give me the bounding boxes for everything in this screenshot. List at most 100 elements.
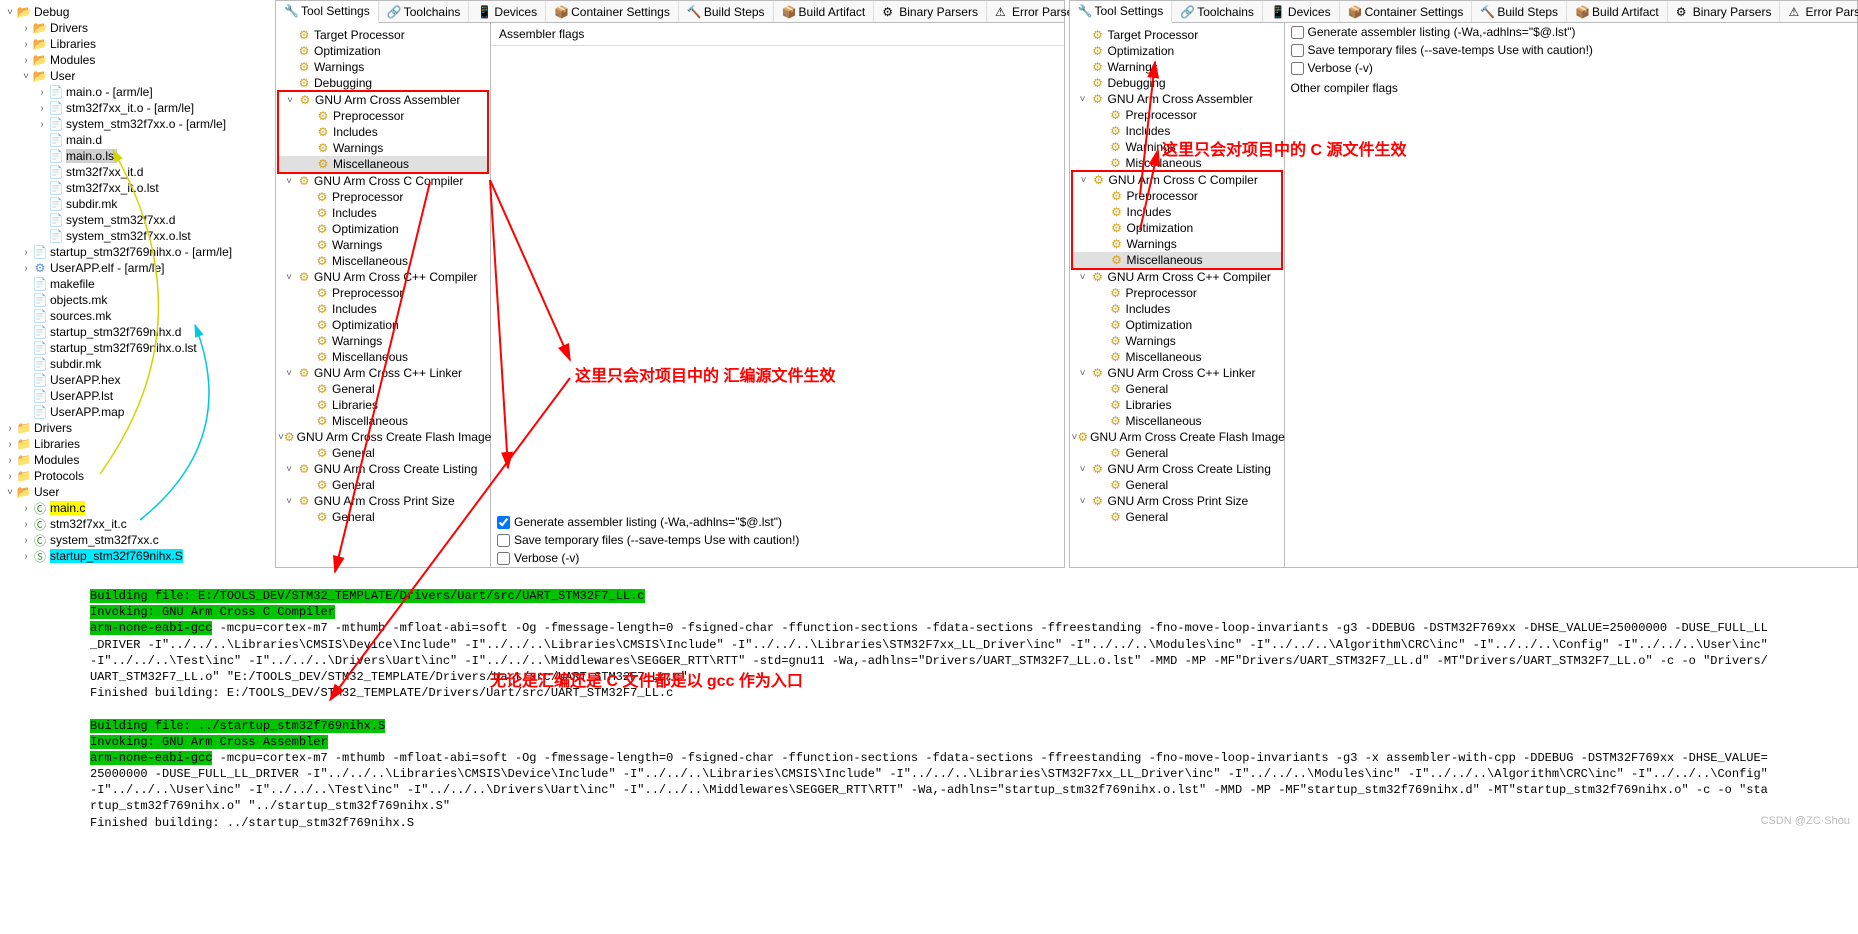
settings-tree-item[interactable]: ⚙Preprocessor bbox=[1072, 285, 1282, 301]
settings-tree-item[interactable]: ⚙Warnings bbox=[278, 59, 488, 75]
expander-icon[interactable]: ˅ bbox=[1076, 368, 1090, 379]
expander-icon[interactable]: ˅ bbox=[1076, 464, 1090, 475]
settings-tree-item[interactable]: ⚙General bbox=[278, 445, 488, 461]
expander-icon[interactable]: › bbox=[20, 503, 32, 514]
settings-tree-item[interactable]: ˅⚙GNU Arm Cross C Compiler bbox=[1073, 172, 1281, 188]
expander-icon[interactable]: › bbox=[20, 551, 32, 562]
tree-item[interactable]: 📄UserAPP.lst bbox=[4, 388, 275, 404]
settings-tree-item[interactable]: ˅⚙GNU Arm Cross Create Flash Image bbox=[278, 429, 488, 445]
tree-item[interactable]: 📄system_stm32f7xx.d bbox=[4, 212, 275, 228]
tree-item[interactable]: ›📁Modules bbox=[4, 452, 275, 468]
settings-tree-item[interactable]: ⚙Optimization bbox=[278, 317, 488, 333]
settings-tree-item[interactable]: ⚙Debugging bbox=[1072, 75, 1282, 91]
tab-tool-settings[interactable]: 🔧Tool Settings bbox=[1070, 1, 1173, 23]
settings-tree-item[interactable]: ⚙Warnings bbox=[1072, 59, 1282, 75]
settings-tree-item[interactable]: ⚙General bbox=[278, 381, 488, 397]
expander-icon[interactable]: ˅ bbox=[283, 95, 297, 106]
settings-tree-item[interactable]: ⚙Libraries bbox=[278, 397, 488, 413]
option-checkbox[interactable] bbox=[1291, 62, 1304, 75]
option-checkbox[interactable] bbox=[497, 534, 510, 547]
tree-item[interactable]: ›Ⓒsystem_stm32f7xx.c bbox=[4, 532, 275, 548]
settings-tree-item[interactable]: ⚙Miscellaneous bbox=[278, 413, 488, 429]
tree-item[interactable]: 📄subdir.mk bbox=[4, 196, 275, 212]
settings-tabs[interactable]: 🔧Tool Settings🔗Toolchains📱Devices📦Contai… bbox=[1070, 1, 1858, 23]
option-checkbox[interactable] bbox=[1291, 26, 1304, 39]
tree-item[interactable]: ˅📂Debug bbox=[4, 4, 275, 20]
option-checkbox[interactable] bbox=[1291, 44, 1304, 57]
tree-item[interactable]: 📄objects.mk bbox=[4, 292, 275, 308]
tree-item[interactable]: 📄subdir.mk bbox=[4, 356, 275, 372]
settings-tree-item[interactable]: ˅⚙GNU Arm Cross Print Size bbox=[278, 493, 488, 509]
tree-item[interactable]: 📄makefile bbox=[4, 276, 275, 292]
tree-item[interactable]: ›📄system_stm32f7xx.o - [arm/le] bbox=[4, 116, 275, 132]
settings-tree-item[interactable]: ⚙Target Processor bbox=[278, 27, 488, 43]
settings-tree-item[interactable]: ⚙Miscellaneous bbox=[1073, 252, 1281, 268]
tree-item[interactable]: 📄stm32f7xx_it.d bbox=[4, 164, 275, 180]
expander-icon[interactable]: ˅ bbox=[282, 496, 296, 507]
tree-item[interactable]: 📄sources.mk bbox=[4, 308, 275, 324]
settings-tree-item[interactable]: ⚙Preprocessor bbox=[278, 285, 488, 301]
settings-tree-item[interactable]: ⚙Includes bbox=[1073, 204, 1281, 220]
settings-tree-item[interactable]: ⚙General bbox=[1072, 445, 1282, 461]
expander-icon[interactable]: ˅ bbox=[282, 176, 296, 187]
tree-item[interactable]: 📄UserAPP.hex bbox=[4, 372, 275, 388]
expander-icon[interactable]: ˅ bbox=[20, 71, 32, 82]
settings-tree-item[interactable]: ⚙Includes bbox=[278, 301, 488, 317]
tree-item[interactable]: 📄main.o.lst bbox=[4, 148, 275, 164]
settings-tree-item[interactable]: ˅⚙GNU Arm Cross C++ Compiler bbox=[1072, 269, 1282, 285]
expander-icon[interactable]: › bbox=[20, 263, 32, 274]
settings-tree-item[interactable]: ⚙General bbox=[278, 477, 488, 493]
tree-item[interactable]: ›📄startup_stm32f769nihx.o - [arm/le] bbox=[4, 244, 275, 260]
expander-icon[interactable]: ˅ bbox=[1076, 272, 1090, 283]
settings-tree-item[interactable]: ⚙Preprocessor bbox=[1072, 107, 1282, 123]
settings-tree-item[interactable]: ˅⚙GNU Arm Cross Create Listing bbox=[278, 461, 488, 477]
settings-tree-item[interactable]: ⚙Libraries bbox=[1072, 397, 1282, 413]
expander-icon[interactable]: › bbox=[36, 119, 48, 130]
settings-tree-item[interactable]: ⚙General bbox=[1072, 381, 1282, 397]
tab-devices[interactable]: 📱Devices bbox=[469, 1, 546, 22]
tab-build-steps[interactable]: 🔨Build Steps bbox=[1472, 1, 1567, 22]
tree-item[interactable]: ›📁Libraries bbox=[4, 436, 275, 452]
settings-tree-item[interactable]: ⚙Debugging bbox=[278, 75, 488, 91]
expander-icon[interactable]: › bbox=[36, 103, 48, 114]
tree-item[interactable]: ›Ⓒmain.c bbox=[4, 500, 275, 516]
settings-tree-item[interactable]: ˅⚙GNU Arm Cross C++ Linker bbox=[1072, 365, 1282, 381]
tree-item[interactable]: 📄main.d bbox=[4, 132, 275, 148]
tree-item[interactable]: ›Ⓢstartup_stm32f769nihx.S bbox=[4, 548, 275, 564]
settings-tree-item[interactable]: ⚙Preprocessor bbox=[279, 108, 487, 124]
tree-item[interactable]: 📄startup_stm32f769nihx.d bbox=[4, 324, 275, 340]
expander-icon[interactable]: ˅ bbox=[4, 7, 16, 18]
tab-error-parsers[interactable]: ⚠Error Parsers bbox=[1780, 1, 1858, 22]
settings-tree-item[interactable]: ⚙Includes bbox=[278, 205, 488, 221]
tree-item[interactable]: ›📄main.o - [arm/le] bbox=[4, 84, 275, 100]
settings-tree-item[interactable]: ⚙Optimization bbox=[278, 43, 488, 59]
expander-icon[interactable]: ˅ bbox=[1076, 94, 1090, 105]
tab-container-settings[interactable]: 📦Container Settings bbox=[546, 1, 679, 22]
settings-tree-item[interactable]: ⚙General bbox=[1072, 477, 1282, 493]
expander-icon[interactable]: › bbox=[20, 23, 32, 34]
expander-icon[interactable]: › bbox=[20, 55, 32, 66]
expander-icon[interactable]: › bbox=[4, 439, 16, 450]
settings-tree-item[interactable]: ˅⚙GNU Arm Cross Assembler bbox=[279, 92, 487, 108]
settings-tree-item[interactable]: ⚙Warnings bbox=[279, 140, 487, 156]
tab-devices[interactable]: 📱Devices bbox=[1263, 1, 1340, 22]
settings-tree-item[interactable]: ˅⚙GNU Arm Cross C Compiler bbox=[278, 173, 488, 189]
tree-item[interactable]: ›⚙UserAPP.elf - [arm/le] bbox=[4, 260, 275, 276]
settings-tabs[interactable]: 🔧Tool Settings🔗Toolchains📱Devices📦Contai… bbox=[276, 1, 1064, 23]
tab-toolchains[interactable]: 🔗Toolchains bbox=[1172, 1, 1263, 22]
expander-icon[interactable]: ˅ bbox=[1077, 175, 1091, 186]
settings-tree-item[interactable]: ˅⚙GNU Arm Cross Create Listing bbox=[1072, 461, 1282, 477]
settings-tree-assembler[interactable]: ⚙Target Processor⚙Optimization⚙Warnings⚙… bbox=[276, 23, 491, 567]
settings-tree-item[interactable]: ⚙Optimization bbox=[1072, 43, 1282, 59]
expander-icon[interactable]: ˅ bbox=[1076, 496, 1090, 507]
settings-tree-item[interactable]: ˅⚙GNU Arm Cross Create Flash Image bbox=[1072, 429, 1282, 445]
settings-tree-item[interactable]: ˅⚙GNU Arm Cross Assembler bbox=[1072, 91, 1282, 107]
tree-item[interactable]: ›📂Libraries bbox=[4, 36, 275, 52]
tree-item[interactable]: 📄stm32f7xx_it.o.lst bbox=[4, 180, 275, 196]
settings-tree-item[interactable]: ˅⚙GNU Arm Cross Print Size bbox=[1072, 493, 1282, 509]
settings-tree-item[interactable]: ˅⚙GNU Arm Cross C++ Compiler bbox=[278, 269, 488, 285]
settings-tree-item[interactable]: ⚙Miscellaneous bbox=[278, 253, 488, 269]
tab-binary-parsers[interactable]: ⚙Binary Parsers bbox=[874, 1, 987, 22]
expander-icon[interactable]: › bbox=[4, 455, 16, 466]
tree-item[interactable]: 📄system_stm32f7xx.o.lst bbox=[4, 228, 275, 244]
